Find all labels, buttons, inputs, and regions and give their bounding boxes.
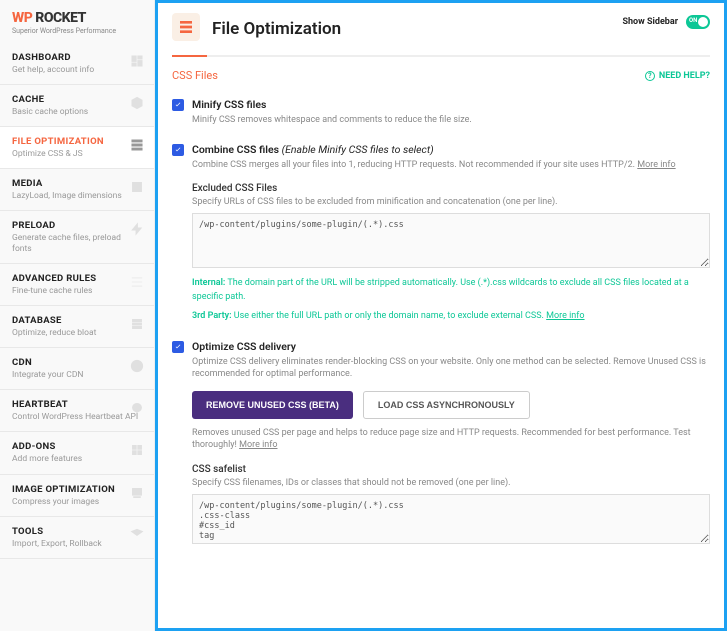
sidebar-item-file-optimization[interactable]: FILE OPTIMIZATIONOptimize CSS & JS bbox=[0, 127, 154, 169]
sidebar-item-dashboard[interactable]: DASHBOARDGet help, account info bbox=[0, 43, 154, 85]
sidebar-item-tools[interactable]: TOOLSImport, Export, Rollback bbox=[0, 517, 154, 559]
sidebar-item-preload[interactable]: PRELOADGenerate cache files, preload fon… bbox=[0, 211, 154, 264]
load-css-async-button[interactable]: LOAD CSS ASYNCHRONOUSLY bbox=[363, 391, 530, 419]
nav-icon bbox=[130, 275, 144, 289]
nav-icon bbox=[130, 222, 144, 236]
optimize-css-label: Optimize CSS delivery bbox=[192, 340, 710, 353]
file-optimization-icon bbox=[172, 13, 200, 41]
need-help-link[interactable]: ?NEED HELP? bbox=[645, 71, 710, 81]
help-icon: ? bbox=[645, 71, 655, 81]
nav-icon bbox=[130, 486, 144, 500]
show-sidebar-toggle[interactable]: ON bbox=[686, 15, 710, 29]
nav-icon bbox=[130, 180, 144, 194]
remove-unused-css-button[interactable]: REMOVE UNUSED CSS (BETA) bbox=[192, 391, 353, 419]
minify-css-checkbox[interactable] bbox=[172, 99, 184, 111]
optimize-more-link[interactable]: More info bbox=[239, 440, 277, 450]
sidebar-item-add-ons[interactable]: ADD-ONSAdd more features bbox=[0, 432, 154, 474]
sidebar-item-cdn[interactable]: CDNIntegrate your CDN bbox=[0, 348, 154, 390]
excluded-css-textarea[interactable] bbox=[192, 213, 710, 268]
css-safelist-label: CSS safelist bbox=[192, 464, 710, 475]
minify-css-desc: Minify CSS removes whitespace and commen… bbox=[192, 114, 710, 127]
optimize-css-checkbox[interactable] bbox=[172, 341, 184, 353]
sidebar-item-database[interactable]: DATABASEOptimize, reduce bloat bbox=[0, 306, 154, 348]
nav-icon bbox=[130, 54, 144, 68]
combine-css-checkbox[interactable] bbox=[172, 144, 184, 156]
section-css-files: CSS Files bbox=[172, 69, 218, 82]
excluded-css-label: Excluded CSS Files bbox=[192, 183, 710, 194]
nav-icon bbox=[130, 138, 144, 152]
sidebar-item-heartbeat[interactable]: HEARTBEATControl WordPress Heartbeat API bbox=[0, 390, 154, 432]
nav-icon bbox=[130, 401, 144, 415]
nav-icon bbox=[130, 359, 144, 373]
minify-css-label: Minify CSS files bbox=[192, 98, 710, 111]
logo: WP ROCKET Superior WordPress Performance bbox=[0, 0, 154, 43]
third-party-more-link[interactable]: More info bbox=[546, 311, 584, 321]
sidebar-item-media[interactable]: MEDIALazyLoad, Image dimensions bbox=[0, 169, 154, 211]
nav-icon bbox=[130, 528, 144, 542]
sidebar-item-image-optimization[interactable]: IMAGE OPTIMIZATIONCompress your images bbox=[0, 475, 154, 517]
sidebar-item-advanced-rules[interactable]: ADVANCED RULESFine-tune cache rules bbox=[0, 264, 154, 306]
show-sidebar-label: Show Sidebar bbox=[622, 17, 678, 27]
combine-more-link[interactable]: More info bbox=[637, 160, 675, 170]
sidebar-item-cache[interactable]: CACHEBasic cache options bbox=[0, 85, 154, 127]
nav-icon bbox=[130, 317, 144, 331]
page-title: File Optimization bbox=[212, 19, 341, 39]
combine-css-label: Combine CSS files (Enable Minify CSS fil… bbox=[192, 143, 710, 156]
nav-icon bbox=[130, 443, 144, 457]
css-safelist-textarea[interactable] bbox=[192, 494, 710, 544]
nav-icon bbox=[130, 96, 144, 110]
